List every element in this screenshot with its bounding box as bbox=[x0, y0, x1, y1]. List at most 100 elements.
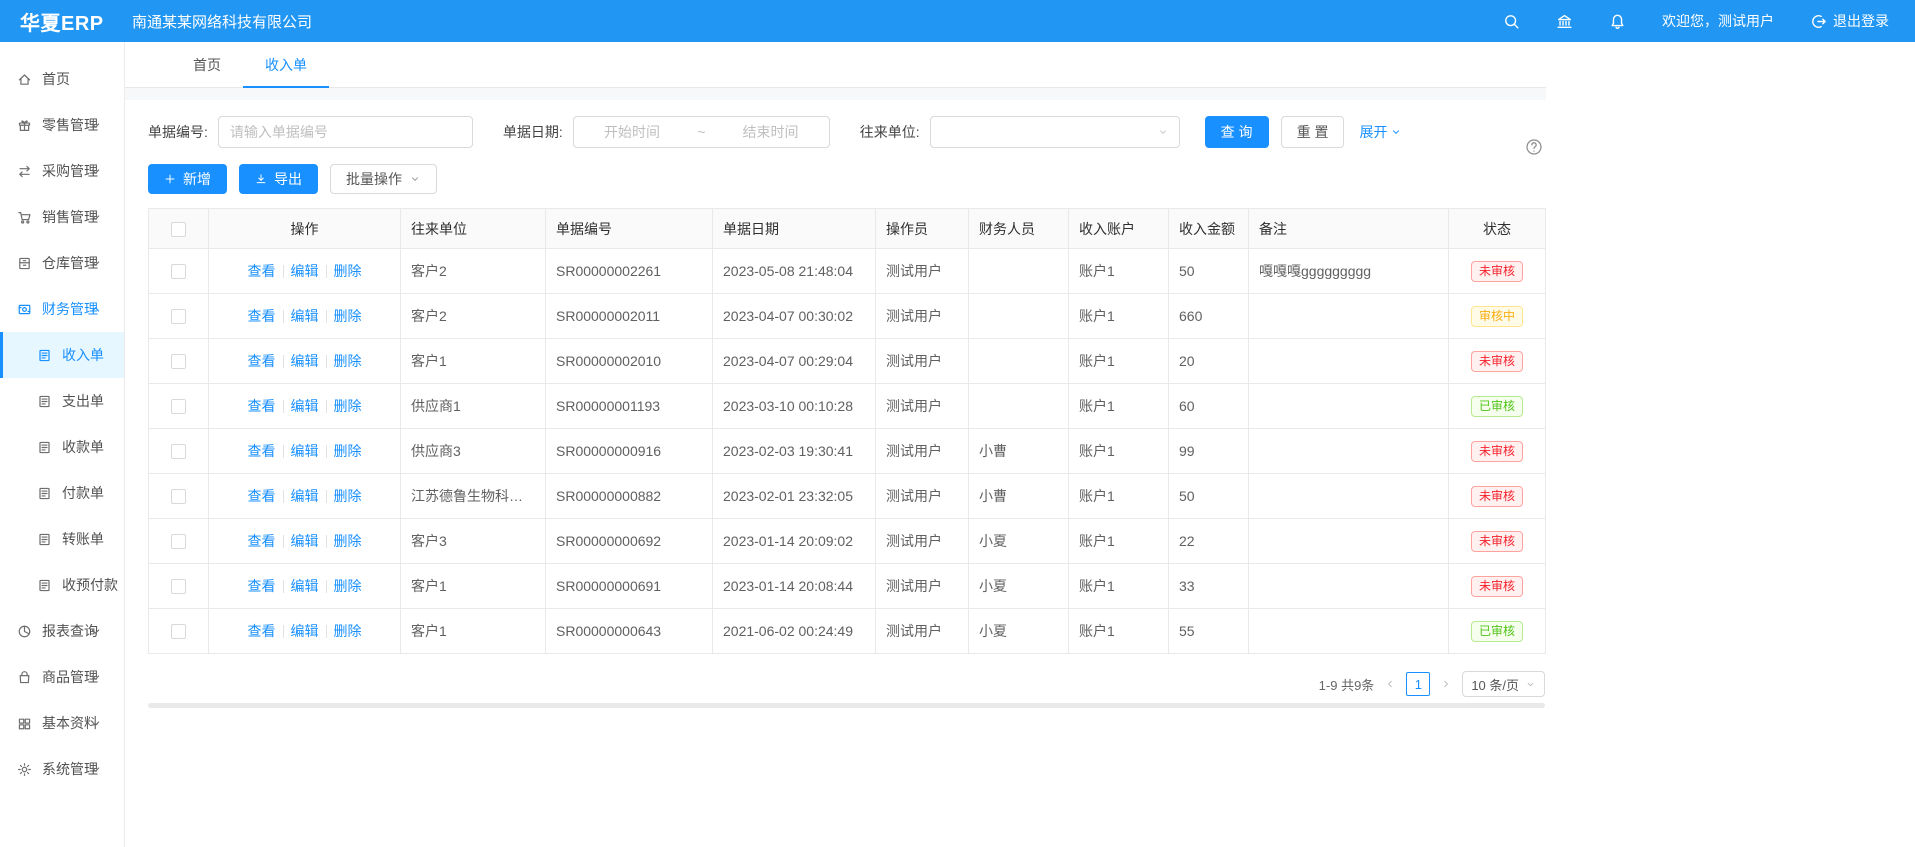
row-view-link[interactable]: 查看 bbox=[248, 533, 276, 549]
row-ops-cell: 查看编辑删除 bbox=[209, 384, 401, 429]
row-view-link[interactable]: 查看 bbox=[248, 578, 276, 594]
search-button[interactable] bbox=[1503, 13, 1520, 30]
row-checkbox[interactable] bbox=[171, 579, 186, 594]
row-edit-link[interactable]: 编辑 bbox=[291, 263, 319, 279]
cell-finance bbox=[969, 249, 1069, 294]
sidebar-item-retail[interactable]: 零售管理 bbox=[0, 102, 124, 148]
row-checkbox[interactable] bbox=[171, 624, 186, 639]
sidebar-item-finance[interactable]: 财务管理 bbox=[0, 286, 124, 332]
row-checkbox[interactable] bbox=[171, 444, 186, 459]
export-button[interactable]: 导出 bbox=[239, 164, 318, 194]
date-range-picker[interactable]: 开始时间 ~ 结束时间 bbox=[573, 116, 830, 148]
next-page-button[interactable] bbox=[1438, 678, 1454, 690]
row-edit-link[interactable]: 编辑 bbox=[291, 623, 319, 639]
bill-no-input[interactable] bbox=[218, 116, 473, 148]
row-delete-link[interactable]: 删除 bbox=[334, 623, 362, 639]
purchase-icon bbox=[17, 164, 32, 179]
sidebar-item-system[interactable]: 系统管理 bbox=[0, 746, 124, 792]
row-view-link[interactable]: 查看 bbox=[248, 398, 276, 414]
column-header-bill_no: 单据编号 bbox=[546, 209, 713, 249]
doc-icon bbox=[37, 532, 52, 547]
batch-actions-button[interactable]: 批量操作 bbox=[330, 164, 437, 194]
table-row: 查看编辑删除供应商1SR000000011932023-03-10 00:10:… bbox=[149, 384, 1546, 429]
sidebar-item-transfer-bill[interactable]: 转账单 bbox=[0, 516, 124, 562]
doc-icon bbox=[37, 348, 52, 363]
select-all-checkbox[interactable] bbox=[171, 222, 186, 237]
notifications-button[interactable] bbox=[1609, 13, 1626, 30]
sidebar-item-home[interactable]: 首页 bbox=[0, 56, 124, 102]
row-edit-link[interactable]: 编辑 bbox=[291, 398, 319, 414]
current-page-button[interactable]: 1 bbox=[1406, 672, 1430, 696]
date-tilde: ~ bbox=[690, 124, 712, 140]
row-view-link[interactable]: 查看 bbox=[248, 263, 276, 279]
add-button[interactable]: 新增 bbox=[148, 164, 227, 194]
cell-bill-no: SR00000002011 bbox=[546, 294, 713, 339]
row-delete-link[interactable]: 删除 bbox=[334, 308, 362, 324]
row-view-link[interactable]: 查看 bbox=[248, 353, 276, 369]
row-checkbox[interactable] bbox=[171, 354, 186, 369]
row-delete-link[interactable]: 删除 bbox=[334, 263, 362, 279]
row-checkbox[interactable] bbox=[171, 309, 186, 324]
top-header: 华夏ERP 南通某某网络科技有限公司 欢迎您，测试用户 退出登录 bbox=[0, 0, 1915, 42]
row-edit-link[interactable]: 编辑 bbox=[291, 353, 319, 369]
expand-link[interactable]: 展开 bbox=[1359, 122, 1402, 142]
row-checkbox[interactable] bbox=[171, 534, 186, 549]
tenant-button[interactable] bbox=[1556, 13, 1573, 30]
cell-partner: 供应商1 bbox=[401, 384, 546, 429]
row-edit-link[interactable]: 编辑 bbox=[291, 308, 319, 324]
row-view-link[interactable]: 查看 bbox=[248, 623, 276, 639]
sidebar-item-goods[interactable]: 商品管理 bbox=[0, 654, 124, 700]
sidebar-item-income-bill[interactable]: 收入单 bbox=[0, 332, 124, 378]
row-checkbox[interactable] bbox=[171, 489, 186, 504]
doc-icon bbox=[37, 394, 52, 409]
partner-label: 往来单位: bbox=[860, 122, 920, 142]
reset-button[interactable]: 重 置 bbox=[1281, 116, 1345, 148]
horizontal-scrollbar-track[interactable] bbox=[148, 703, 1545, 708]
cell-finance: 小夏 bbox=[969, 519, 1069, 564]
row-edit-link[interactable]: 编辑 bbox=[291, 443, 319, 459]
sidebar-item-advance-bill[interactable]: 收预付款 bbox=[0, 562, 124, 608]
row-view-link[interactable]: 查看 bbox=[248, 308, 276, 324]
help-button[interactable] bbox=[1525, 138, 1543, 156]
row-edit-link[interactable]: 编辑 bbox=[291, 578, 319, 594]
row-checkbox[interactable] bbox=[171, 399, 186, 414]
chevdown-icon bbox=[88, 164, 103, 179]
table-row: 查看编辑删除客户1SR000000006432021-06-02 00:24:4… bbox=[149, 609, 1546, 654]
row-edit-link[interactable]: 编辑 bbox=[291, 533, 319, 549]
chevright-icon bbox=[1440, 678, 1452, 690]
prev-page-button[interactable] bbox=[1382, 678, 1398, 690]
row-edit-link[interactable]: 编辑 bbox=[291, 488, 319, 504]
sidebar-item-warehouse[interactable]: 仓库管理 bbox=[0, 240, 124, 286]
sidebar-item-purchase[interactable]: 采购管理 bbox=[0, 148, 124, 194]
page-body: 首页零售管理采购管理销售管理仓库管理财务管理收入单支出单收款单付款单转账单收预付… bbox=[0, 42, 1915, 847]
sidebar-item-payment-bill[interactable]: 付款单 bbox=[0, 470, 124, 516]
row-delete-link[interactable]: 删除 bbox=[334, 578, 362, 594]
row-checkbox[interactable] bbox=[171, 264, 186, 279]
row-delete-link[interactable]: 删除 bbox=[334, 398, 362, 414]
page-size-select[interactable]: 10 条/页 bbox=[1462, 671, 1545, 697]
sidebar-item-expense-bill[interactable]: 支出单 bbox=[0, 378, 124, 424]
cell-remark bbox=[1249, 339, 1449, 384]
sidebar-item-basic[interactable]: 基本资料 bbox=[0, 700, 124, 746]
tab-income-bill[interactable]: 收入单 bbox=[243, 42, 329, 87]
row-delete-link[interactable]: 删除 bbox=[334, 533, 362, 549]
sidebar-item-sale[interactable]: 销售管理 bbox=[0, 194, 124, 240]
logout-button[interactable]: 退出登录 bbox=[1810, 11, 1889, 31]
row-delete-link[interactable]: 删除 bbox=[334, 488, 362, 504]
sidebar-item-report[interactable]: 报表查询 bbox=[0, 608, 124, 654]
row-ops-cell: 查看编辑删除 bbox=[209, 249, 401, 294]
row-view-link[interactable]: 查看 bbox=[248, 488, 276, 504]
ops-divider bbox=[326, 400, 327, 413]
income-bill-table: 操作往来单位单据编号单据日期操作员财务人员收入账户收入金额备注状态 查看编辑删除… bbox=[148, 208, 1546, 654]
row-delete-link[interactable]: 删除 bbox=[334, 353, 362, 369]
ops-divider bbox=[283, 625, 284, 638]
sidebar-item-receipt-bill[interactable]: 收款单 bbox=[0, 424, 124, 470]
cell-remark bbox=[1249, 474, 1449, 519]
chevdown-icon bbox=[1525, 679, 1536, 690]
tab-home[interactable]: 首页 bbox=[171, 42, 243, 87]
row-delete-link[interactable]: 删除 bbox=[334, 443, 362, 459]
search-query-button[interactable]: 查 询 bbox=[1205, 116, 1269, 148]
status-badge: 未审核 bbox=[1471, 351, 1523, 372]
partner-select[interactable] bbox=[930, 116, 1180, 148]
row-view-link[interactable]: 查看 bbox=[248, 443, 276, 459]
